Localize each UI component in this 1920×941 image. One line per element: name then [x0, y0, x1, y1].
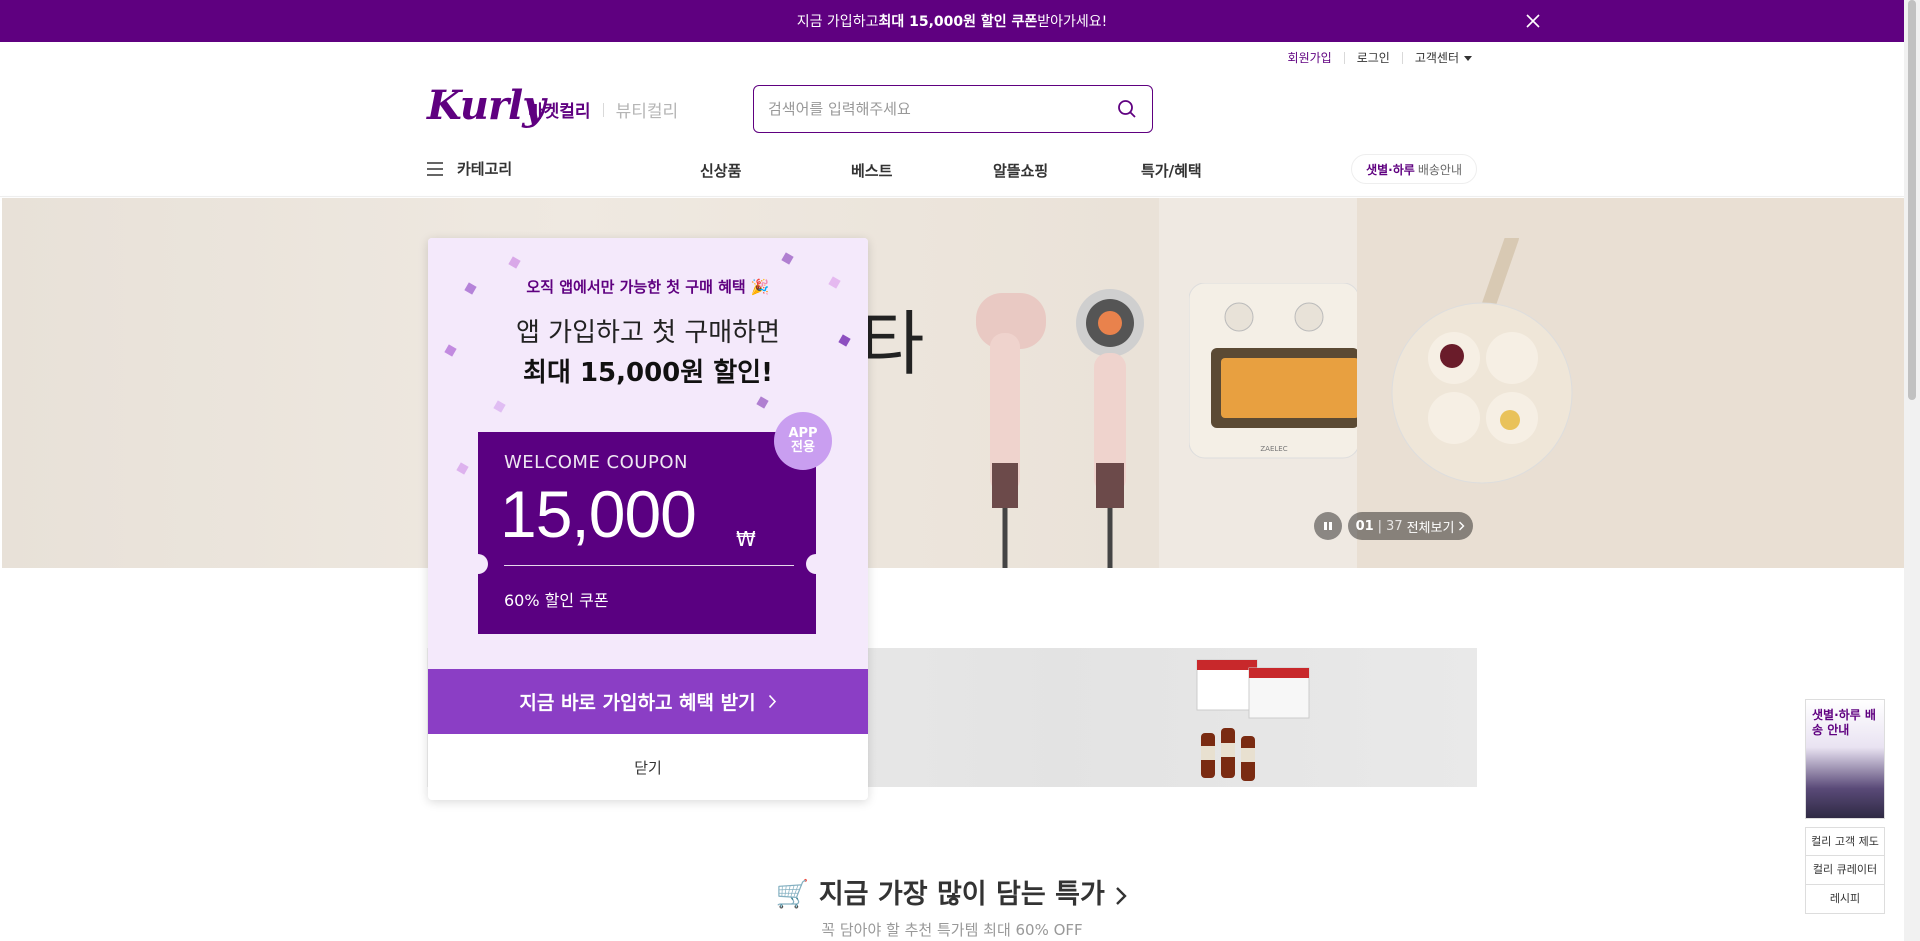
hair-dryer-image: [976, 289, 1144, 568]
tab-beauty-kurly[interactable]: 뷰티컬리: [616, 97, 679, 122]
category-label: 카테고리: [457, 160, 513, 178]
coupon-description: 60% 할인 쿠폰: [504, 591, 609, 610]
side-floating-nav: 샛별·하루 배송 안내 컬리 고객 제도 컬리 큐레이터 레시피: [1805, 699, 1885, 914]
hamburger-icon: [427, 161, 443, 176]
section-subtitle: 꼭 담아야 할 추천 특가템 최대 60% OFF: [821, 921, 1083, 939]
close-icon[interactable]: [1522, 10, 1544, 32]
banner-total-count: 37: [1386, 518, 1403, 534]
search-input[interactable]: [768, 100, 1116, 118]
confetti-icon: [508, 256, 521, 269]
banner-pause-button[interactable]: [1314, 512, 1342, 540]
confetti-icon: [756, 396, 769, 409]
delivery-side-banner[interactable]: 샛별·하루 배송 안내: [1805, 699, 1885, 819]
top-promo-banner[interactable]: 지금 가입하고 최대 15,000원 할인 쿠폰 받아가세요!: [0, 0, 1904, 42]
signup-benefit-label: 지금 바로 가입하고 혜택 받기: [519, 692, 756, 714]
user-menu: 회원가입 로그인 고객센터: [1276, 52, 1484, 64]
search-box: [753, 85, 1153, 133]
popup-headline: 앱 가입하고 첫 구매하면: [516, 318, 780, 348]
side-link-grade[interactable]: 컬리 고객 제도: [1805, 827, 1885, 856]
nav-new-products[interactable]: 신상품: [700, 160, 741, 181]
banner-headline: 타: [860, 303, 925, 385]
app-only-badge: APP 전용: [774, 412, 832, 470]
coupon-notch: [468, 554, 488, 574]
popup-close-button[interactable]: 닫기: [428, 734, 868, 800]
coupon-amount: 15,000: [500, 477, 697, 551]
coupon-notch: [806, 554, 826, 574]
svg-text:ZAELEC: ZAELEC: [1260, 445, 1287, 453]
promo-text-prefix: 지금 가입하고: [796, 14, 879, 30]
scrollbar-thumb[interactable]: [1908, 0, 1916, 400]
side-link-curator[interactable]: 컬리 큐레이터: [1805, 856, 1885, 885]
banner-current-index: 01: [1355, 518, 1374, 534]
badge-line-only: 전용: [791, 440, 815, 455]
tab-divider: [602, 102, 604, 117]
banner-view-all-button[interactable]: 01 | 37 전체보기: [1348, 512, 1473, 540]
chevron-right-icon: [768, 694, 776, 709]
confetti-icon: [456, 462, 469, 475]
banner-separator: |: [1377, 518, 1383, 534]
main-banner[interactable]: 타 ZAELEC: [2, 198, 1904, 568]
search-icon[interactable]: [1116, 98, 1138, 120]
coupon-divider: [504, 565, 794, 566]
nav-bargain[interactable]: 알뜰쇼핑: [993, 160, 1048, 181]
delivery-bold-label: 샛별·하루: [1366, 162, 1415, 177]
delivery-label: 배송안내: [1417, 162, 1462, 177]
header-divider: [0, 196, 1904, 197]
page-scrollbar[interactable]: [1904, 0, 1920, 941]
popup-headline-discount: 최대 15,000원 할인!: [523, 358, 773, 388]
app-signup-popup: 오직 앱에서만 가능한 첫 구매 혜택 🎉 앱 가입하고 첫 구매하면 최대 1…: [428, 238, 868, 800]
customer-center-label: 고객센터: [1414, 51, 1459, 65]
toaster-oven-image: ZAELEC: [1189, 283, 1359, 459]
pause-icon: [1324, 522, 1332, 530]
side-link-recipe[interactable]: 레시피: [1805, 885, 1885, 914]
confetti-icon: [493, 400, 506, 413]
chevron-right-icon: [1459, 521, 1465, 531]
won-icon: ₩: [736, 527, 756, 551]
promo-text-suffix: 받아가세요!: [1037, 14, 1108, 30]
section-title-text: 지금 가장 많이 담는 특가: [818, 879, 1105, 910]
nav-special-deals[interactable]: 특가/혜택: [1141, 160, 1202, 181]
category-menu-button[interactable]: 카테고리: [427, 158, 512, 179]
cart-emoji-icon: 🛒: [775, 879, 810, 910]
global-nav: 카테고리 신상품 베스트 알뜰쇼핑 특가/혜택 샛별·하루 배송안내: [427, 150, 1477, 188]
popup-header: 오직 앱에서만 가능한 첫 구매 혜택 🎉 앱 가입하고 첫 구매하면 최대 1…: [428, 238, 868, 669]
market-tabs: 마켓컬리 뷰티컬리: [528, 97, 678, 122]
welcome-coupon: WELCOME COUPON 15,000 ₩ 60% 할인 쿠폰: [468, 432, 826, 634]
badge-line-app: APP: [788, 426, 818, 441]
popup-eyebrow: 오직 앱에서만 가능한 첫 구매 혜택 🎉: [526, 278, 770, 296]
caret-down-icon: [1464, 56, 1472, 61]
promo-text-bold: 최대 15,000원 할인 쿠폰: [878, 14, 1038, 30]
nav-best[interactable]: 베스트: [851, 160, 892, 181]
login-link[interactable]: 로그인: [1343, 52, 1402, 64]
delivery-info-button[interactable]: 샛별·하루 배송안내: [1351, 154, 1477, 184]
signup-benefit-button[interactable]: 지금 바로 가입하고 혜택 받기: [428, 669, 868, 734]
product-boxes-image: [1196, 659, 1310, 781]
confetti-icon: [781, 252, 794, 265]
signup-link[interactable]: 회원가입: [1276, 52, 1344, 64]
customer-center-link[interactable]: 고객센터: [1401, 51, 1484, 65]
chevron-right-icon: [1116, 886, 1127, 905]
tab-market-kurly[interactable]: 마켓컬리: [528, 97, 591, 122]
frying-pan-image: [1391, 238, 1573, 484]
section-title[interactable]: 🛒 지금 가장 많이 담는 특가: [0, 872, 1904, 911]
coupon-title: WELCOME COUPON: [504, 452, 688, 473]
kurly-logo[interactable]: Kurly: [427, 82, 545, 129]
view-all-label: 전체보기: [1406, 520, 1455, 536]
